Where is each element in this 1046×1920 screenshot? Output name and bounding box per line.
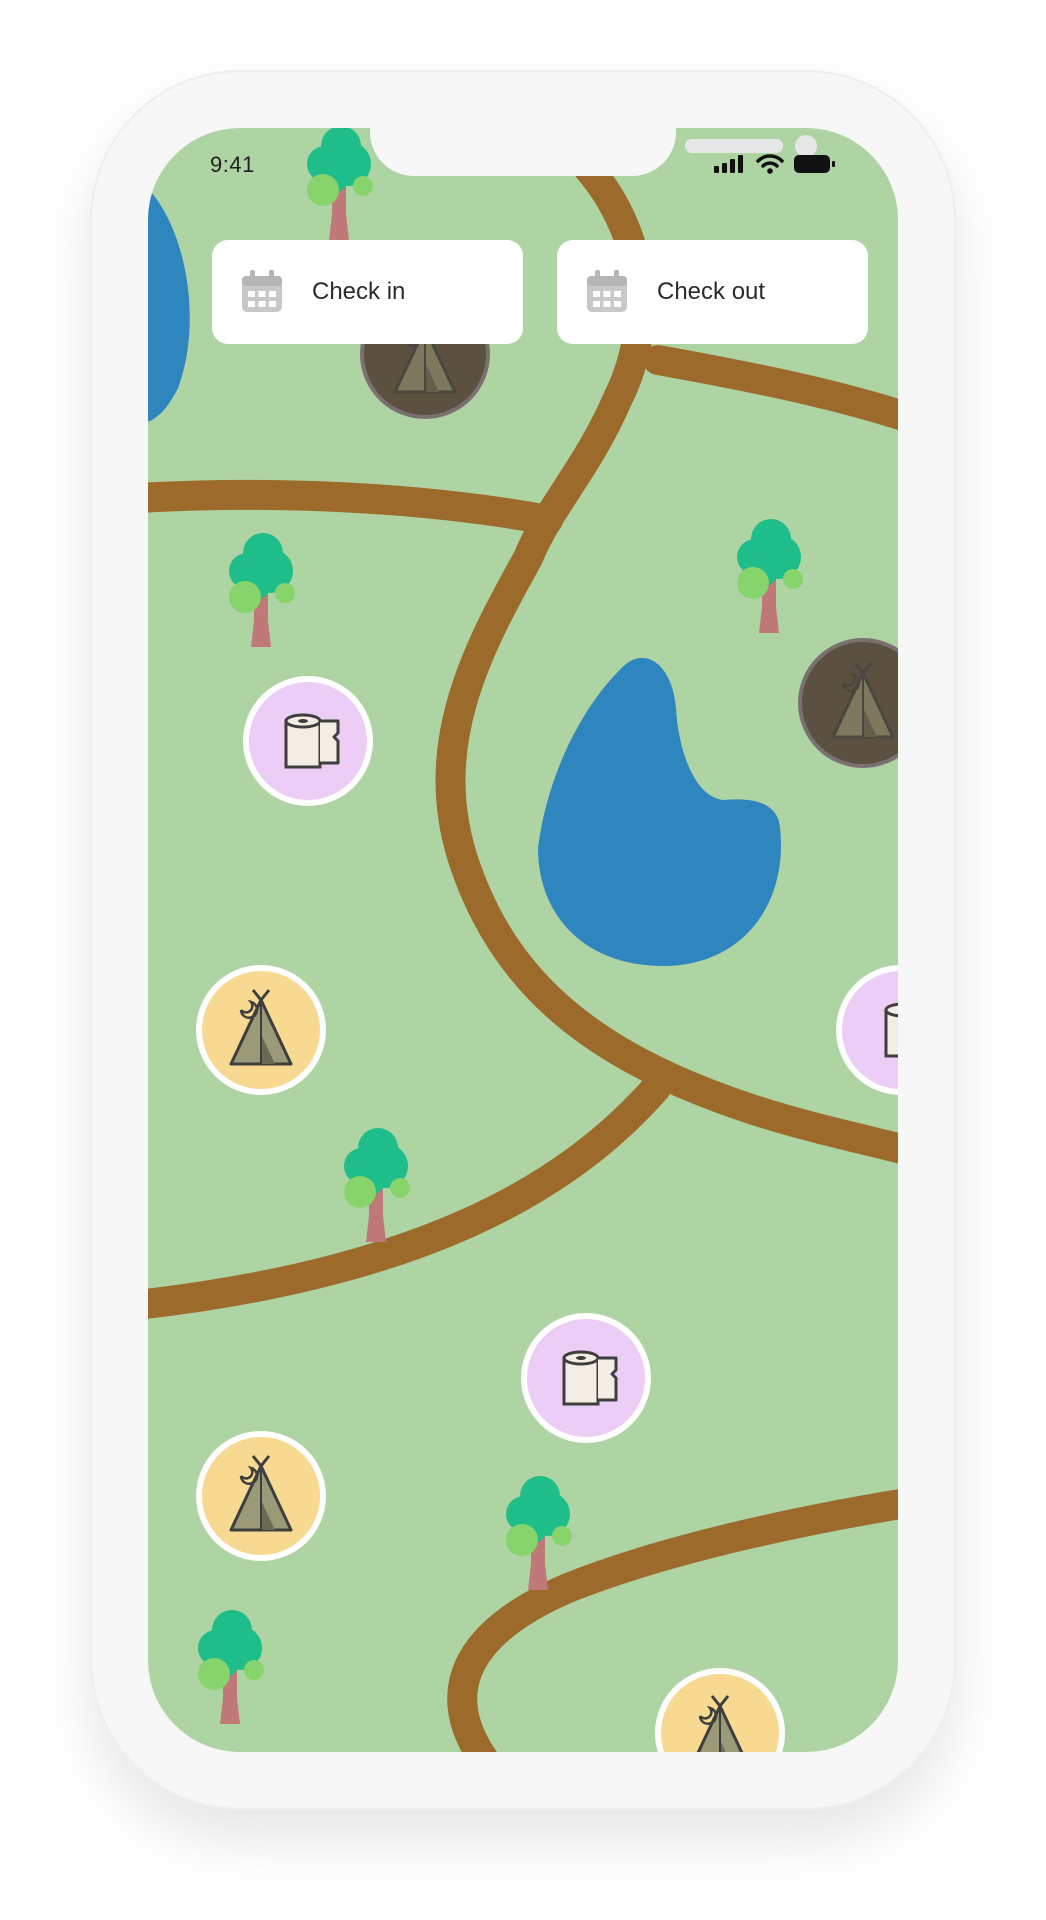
calendar-icon	[587, 270, 627, 312]
check-out-button[interactable]: Check out	[557, 240, 868, 344]
wifi-icon	[756, 154, 784, 174]
date-range-picker: Check in Check out	[212, 240, 868, 344]
tent-marker-booked[interactable]	[798, 638, 898, 768]
signal-icon	[714, 155, 743, 173]
tree-icon	[737, 519, 803, 633]
status-time: 9:41	[210, 152, 255, 177]
status-icons	[714, 154, 836, 174]
lake-center	[538, 657, 782, 967]
restroom-marker[interactable]	[836, 965, 898, 1095]
speaker-grille	[685, 139, 783, 153]
toilet-paper-icon	[884, 1002, 898, 1058]
calendar-icon	[242, 270, 282, 312]
phone-screen: 9:41 Check in Check out	[148, 128, 898, 1752]
tree-icon	[198, 1610, 264, 1724]
restroom-marker[interactable]	[521, 1313, 651, 1443]
tent-marker[interactable]	[196, 965, 326, 1095]
check-in-label: Check in	[312, 278, 406, 305]
notch	[370, 128, 817, 176]
lake-top-left	[148, 188, 190, 422]
tent-marker[interactable]	[655, 1668, 785, 1752]
tree-icon	[307, 128, 373, 240]
tree-icon	[344, 1128, 410, 1242]
battery-icon	[794, 155, 835, 173]
tree-icon	[506, 1476, 572, 1590]
check-out-label: Check out	[657, 278, 766, 305]
tent-marker[interactable]	[196, 1431, 326, 1561]
check-in-button[interactable]: Check in	[212, 240, 523, 344]
tree-icon	[229, 533, 295, 647]
restroom-marker[interactable]	[243, 676, 373, 806]
toilet-paper-icon	[284, 713, 340, 769]
toilet-paper-icon	[562, 1350, 618, 1406]
campsite-map[interactable]	[148, 128, 898, 1752]
